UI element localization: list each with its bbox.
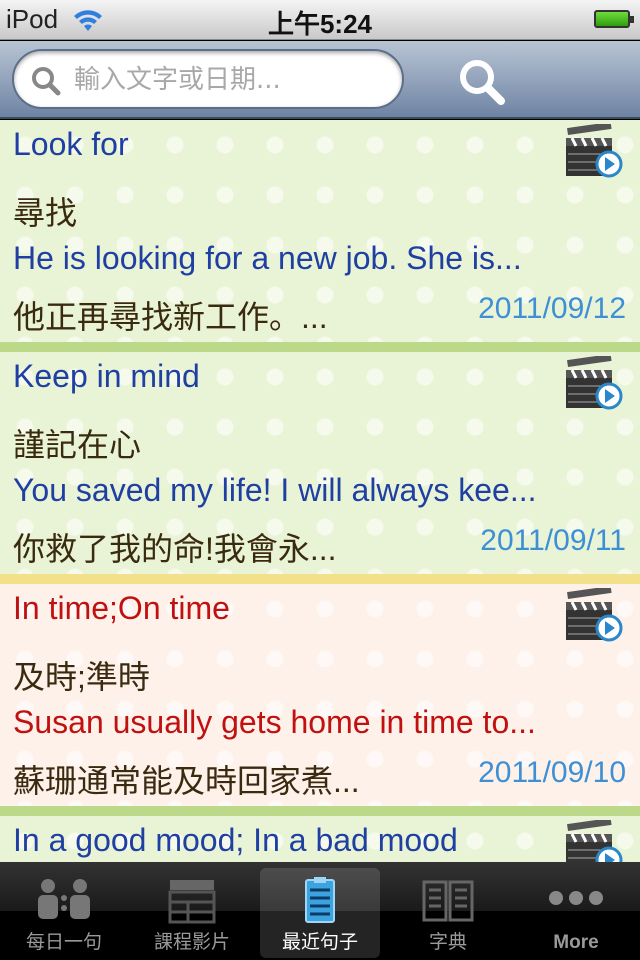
video-clapperboard-icon[interactable] (562, 820, 624, 864)
phrase-chinese: 謹記在心 (13, 427, 142, 463)
tab-5[interactable]: More (516, 868, 636, 958)
search-input[interactable] (74, 61, 394, 99)
list-item[interactable]: In time;On time 及時;準時 Susan usually gets h… (0, 584, 640, 806)
row-divider (0, 574, 640, 584)
tab-label: More (553, 932, 599, 953)
video-clapperboard-icon[interactable] (562, 124, 624, 180)
date-label: 2011/09/10 (478, 756, 626, 789)
status-time: 上午5:24 (267, 9, 373, 39)
search-button[interactable] (455, 55, 511, 109)
search-bar (0, 41, 640, 119)
row-divider (0, 806, 640, 816)
list-item[interactable]: Look for 尋找 He is looking for a new job. S… (0, 120, 640, 342)
phrase-title: In a good mood; In a bad mood (13, 822, 458, 858)
video-clapperboard-icon[interactable] (562, 356, 624, 412)
tab-label: 每日一句 (25, 932, 102, 953)
list-item[interactable]: In a good mood; In a bad mood (0, 816, 640, 864)
phrase-title: Look for (13, 126, 129, 162)
example-sentence: You saved my life! I will always kee... (13, 472, 537, 508)
video-clapperboard-icon[interactable] (562, 588, 624, 644)
tab-label: 最近句子 (281, 932, 358, 953)
date-label: 2011/09/11 (480, 524, 626, 557)
battery-icon (594, 10, 634, 28)
search-icon (32, 67, 61, 96)
sentence-translation: 他正再尋找新工作。... (13, 299, 328, 335)
phrase-chinese: 尋找 (13, 195, 78, 231)
date-label: 2011/09/12 (478, 292, 626, 325)
status-bar: iPod 上午5:24 (0, 0, 640, 40)
search-field[interactable] (12, 49, 404, 109)
tab-4[interactable]: 字典 (388, 868, 508, 958)
sentence-list[interactable]: Look for 尋找 He is looking for a new job. S… (0, 120, 640, 864)
sentence-translation: 蘇珊通常能及時回家煮... (13, 763, 360, 799)
tab-bar: 每日一句 課程影片 最近句子 字典 More (0, 862, 640, 960)
example-sentence: Susan usually gets home in time to... (13, 704, 536, 740)
list-item[interactable]: Keep in mind 謹記在心 You saved my life! I wil… (0, 352, 640, 574)
phrase-title: Keep in mind (13, 358, 200, 394)
phrase-chinese: 及時;準時 (13, 659, 150, 695)
tab-label: 字典 (428, 932, 467, 953)
tab-3[interactable]: 最近句子 (260, 868, 380, 958)
tab-2[interactable]: 課程影片 (132, 868, 252, 958)
phrase-title: In time;On time (13, 590, 230, 626)
sentence-translation: 你救了我的命!我會永... (13, 531, 337, 567)
tab-1[interactable]: 每日一句 (4, 868, 124, 958)
tab-label: 課程影片 (153, 932, 230, 953)
row-divider (0, 342, 640, 352)
example-sentence: He is looking for a new job. She is... (13, 240, 522, 276)
